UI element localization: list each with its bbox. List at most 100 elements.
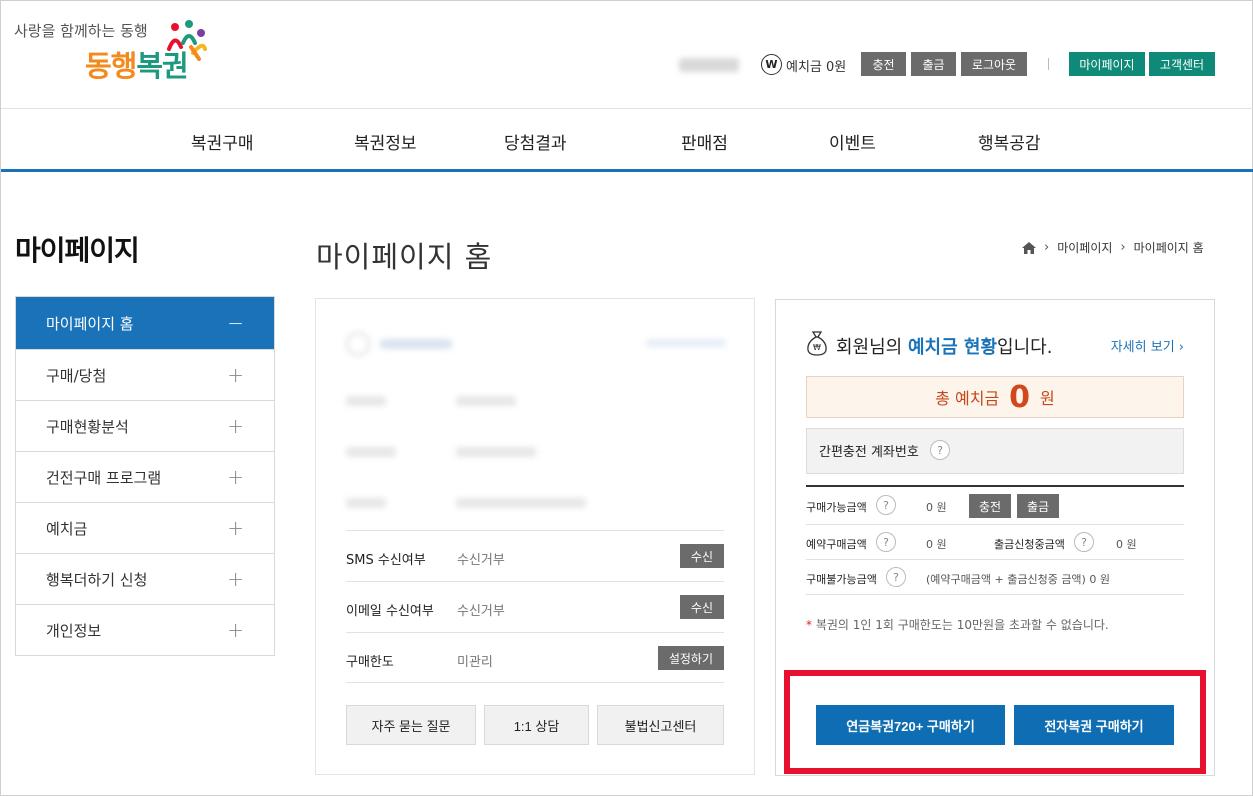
slogan: 사랑을 함께하는 동행 [14, 22, 148, 40]
user-name-blurred [679, 58, 739, 72]
breadcrumb-current: 마이페이지 홈 [1133, 241, 1204, 255]
sidebar-title: 마이페이지 [15, 234, 140, 267]
virtual-account-box: 간편충전 계좌번호 ? [806, 428, 1184, 474]
note-text: 복권의 1인 1회 구매한도는 10만원을 초과할 수 없습니다. [812, 618, 1109, 632]
reserved-amount-label: 예약구매금액 [806, 538, 867, 551]
nav-community[interactable]: 행복공감 [978, 129, 1041, 154]
purchase-limit-setting-button[interactable]: 설정하기 [657, 646, 724, 670]
help-icon[interactable]: ? [886, 567, 906, 587]
sidebar-item-label: 개인정보 [46, 621, 102, 640]
home-icon[interactable] [1022, 241, 1036, 254]
unavailable-amount-label: 구매불가능금액 [806, 573, 877, 586]
chevron-right-icon: › [1044, 240, 1050, 255]
sidebar-item-label: 예치금 [46, 519, 88, 538]
buy-pension-lottery-button[interactable]: 연금복권720+ 구매하기 [816, 705, 1005, 745]
withdraw-button[interactable]: 출금 [1017, 494, 1060, 518]
purchase-limit-value: 미관리 [457, 655, 493, 670]
header-deposit: 예치금 0원 [786, 60, 847, 75]
faq-button[interactable]: 자주 묻는 질문 [346, 705, 476, 745]
withdraw-request-label: 출금신청중금액 [994, 538, 1065, 551]
header-charge-button[interactable]: 충전 [861, 52, 906, 76]
sidebar-item-label: 구매/당첨 [46, 366, 107, 385]
one-on-one-button[interactable]: 1:1 상담 [484, 705, 589, 745]
total-deposit-label: 총 예치금 [935, 389, 1000, 408]
logout-button[interactable]: 로그아웃 [961, 52, 1027, 76]
header-withdraw-button[interactable]: 출금 [911, 52, 956, 76]
email-consent-value: 수신거부 [457, 604, 505, 619]
reserved-amount-row: 예약구매금액 ? 0 원 출금신청중금액 ? 0 원 [806, 525, 1184, 560]
breadcrumb-mypage[interactable]: 마이페이지 [1057, 239, 1112, 256]
withdraw-request-value: 0 원 [1116, 538, 1137, 551]
money-bag-icon: ₩ [807, 331, 827, 356]
purchase-limit-label: 구매한도 [346, 655, 394, 670]
logo-people-icon [167, 20, 207, 61]
chevron-right-icon: › [1120, 240, 1126, 255]
nav-divider [1, 108, 1253, 109]
sidebar-item-healthy-program[interactable]: 건전구매 프로그램 + [16, 451, 274, 502]
title-highlight: 예치금 현황 [907, 337, 998, 358]
email-consent-label: 이메일 수신여부 [346, 604, 434, 619]
help-icon[interactable]: ? [930, 440, 950, 460]
title-suffix: 입니다. [997, 337, 1053, 358]
sidebar-item-label: 행복더하기 신청 [46, 570, 148, 589]
total-deposit-unit: 원 [1040, 389, 1055, 408]
title-prefix: 회원님의 [836, 337, 908, 358]
sidebar-item-deposit[interactable]: 예치금 + [16, 502, 274, 553]
illegal-report-button[interactable]: 불법신고센터 [597, 705, 724, 745]
sidebar-item-label: 건전구매 프로그램 [46, 468, 162, 487]
nav-underline [1, 169, 1253, 172]
sidebar-item-personal-info[interactable]: 개인정보 + [16, 604, 274, 655]
virtual-account-label: 간편충전 계좌번호 [819, 445, 919, 460]
available-amount-row: 구매가능금액 ? 0 원 충전 출금 [806, 487, 1184, 525]
customer-center-button[interactable]: 고객센터 [1149, 52, 1215, 76]
sidebar-item-mypage-home[interactable]: 마이페이지 홈 − [16, 297, 274, 349]
purchase-limit-note: * 복권의 1인 1회 구매한도는 10만원을 초과할 수 없습니다. [806, 616, 1109, 633]
won-icon: W [761, 54, 782, 75]
sidebar-item-purchase-analysis[interactable]: 구매현황분석 + [16, 400, 274, 451]
nav-buy[interactable]: 복권구매 [191, 129, 254, 154]
deposit-panel: ₩ 회원님의 예치금 현황입니다. 자세히 보기 › 총 예치금 0 원 간편충… [775, 299, 1215, 776]
chevron-right-icon: › [1178, 340, 1184, 355]
expand-icon: + [227, 465, 244, 489]
sidebar-item-happiness[interactable]: 행복더하기 신청 + [16, 553, 274, 604]
sms-consent-button[interactable]: 수신 [679, 544, 724, 568]
header-divider [1048, 58, 1049, 70]
expand-icon: + [227, 516, 244, 540]
logo-part1: 동행 [85, 49, 137, 83]
charge-button[interactable]: 충전 [969, 494, 1012, 518]
total-deposit-box: 총 예치금 0 원 [806, 376, 1184, 418]
sidebar-item-purchase-win[interactable]: 구매/당첨 + [16, 349, 274, 400]
mypage-button[interactable]: 마이페이지 [1069, 52, 1145, 76]
svg-text:₩: ₩ [813, 343, 821, 352]
sidebar-menu: 마이페이지 홈 − 구매/당첨 + 구매현황분석 + 건전구매 프로그램 + 예치금 + … [15, 296, 275, 656]
help-icon[interactable]: ? [1074, 532, 1094, 552]
total-deposit-value: 0 [1009, 379, 1031, 415]
expand-icon: + [227, 618, 244, 642]
nav-results[interactable]: 당첨결과 [504, 129, 567, 154]
sms-consent-value: 수신거부 [457, 553, 505, 568]
detail-link-label: 자세히 보기 [1110, 340, 1175, 355]
available-amount-value: 0 원 [926, 501, 947, 514]
email-consent-button[interactable]: 수신 [679, 595, 724, 619]
help-icon[interactable]: ? [876, 495, 896, 515]
nav-stores[interactable]: 판매점 [681, 129, 728, 154]
sidebar-item-label: 구매현황분석 [46, 417, 129, 436]
unavailable-amount-row: 구매불가능금액 ? (예약구매금액 + 출금신청중 금액) 0 원 [806, 560, 1184, 595]
unavailable-amount-value: (예약구매금액 + 출금신청중 금액) 0 원 [926, 573, 1110, 586]
page-title: 마이페이지 홈 [316, 240, 493, 274]
email-consent-row: 이메일 수신여부 수신거부 수신 [346, 581, 724, 632]
purchase-limit-row: 구매한도 미관리 설정하기 [346, 632, 724, 683]
sms-consent-label: SMS 수신여부 [346, 553, 426, 568]
nav-info[interactable]: 복권정보 [354, 129, 417, 154]
detail-link[interactable]: 자세히 보기 › [1111, 336, 1184, 355]
expand-icon: + [227, 363, 244, 387]
expand-icon: + [227, 567, 244, 591]
help-icon[interactable]: ? [876, 532, 896, 552]
nav-events[interactable]: 이벤트 [829, 129, 876, 154]
member-info-card: SMS 수신여부 수신거부 수신 이메일 수신여부 수신거부 수신 구매한도 미… [315, 298, 755, 775]
sms-consent-row: SMS 수신여부 수신거부 수신 [346, 530, 724, 581]
buy-electronic-lottery-button[interactable]: 전자복권 구매하기 [1014, 705, 1174, 745]
deposit-panel-title: 회원님의 예치금 현황입니다. [836, 333, 1052, 359]
breadcrumb: › 마이페이지 › 마이페이지 홈 [1022, 239, 1204, 256]
sidebar-item-label: 마이페이지 홈 [46, 314, 134, 333]
